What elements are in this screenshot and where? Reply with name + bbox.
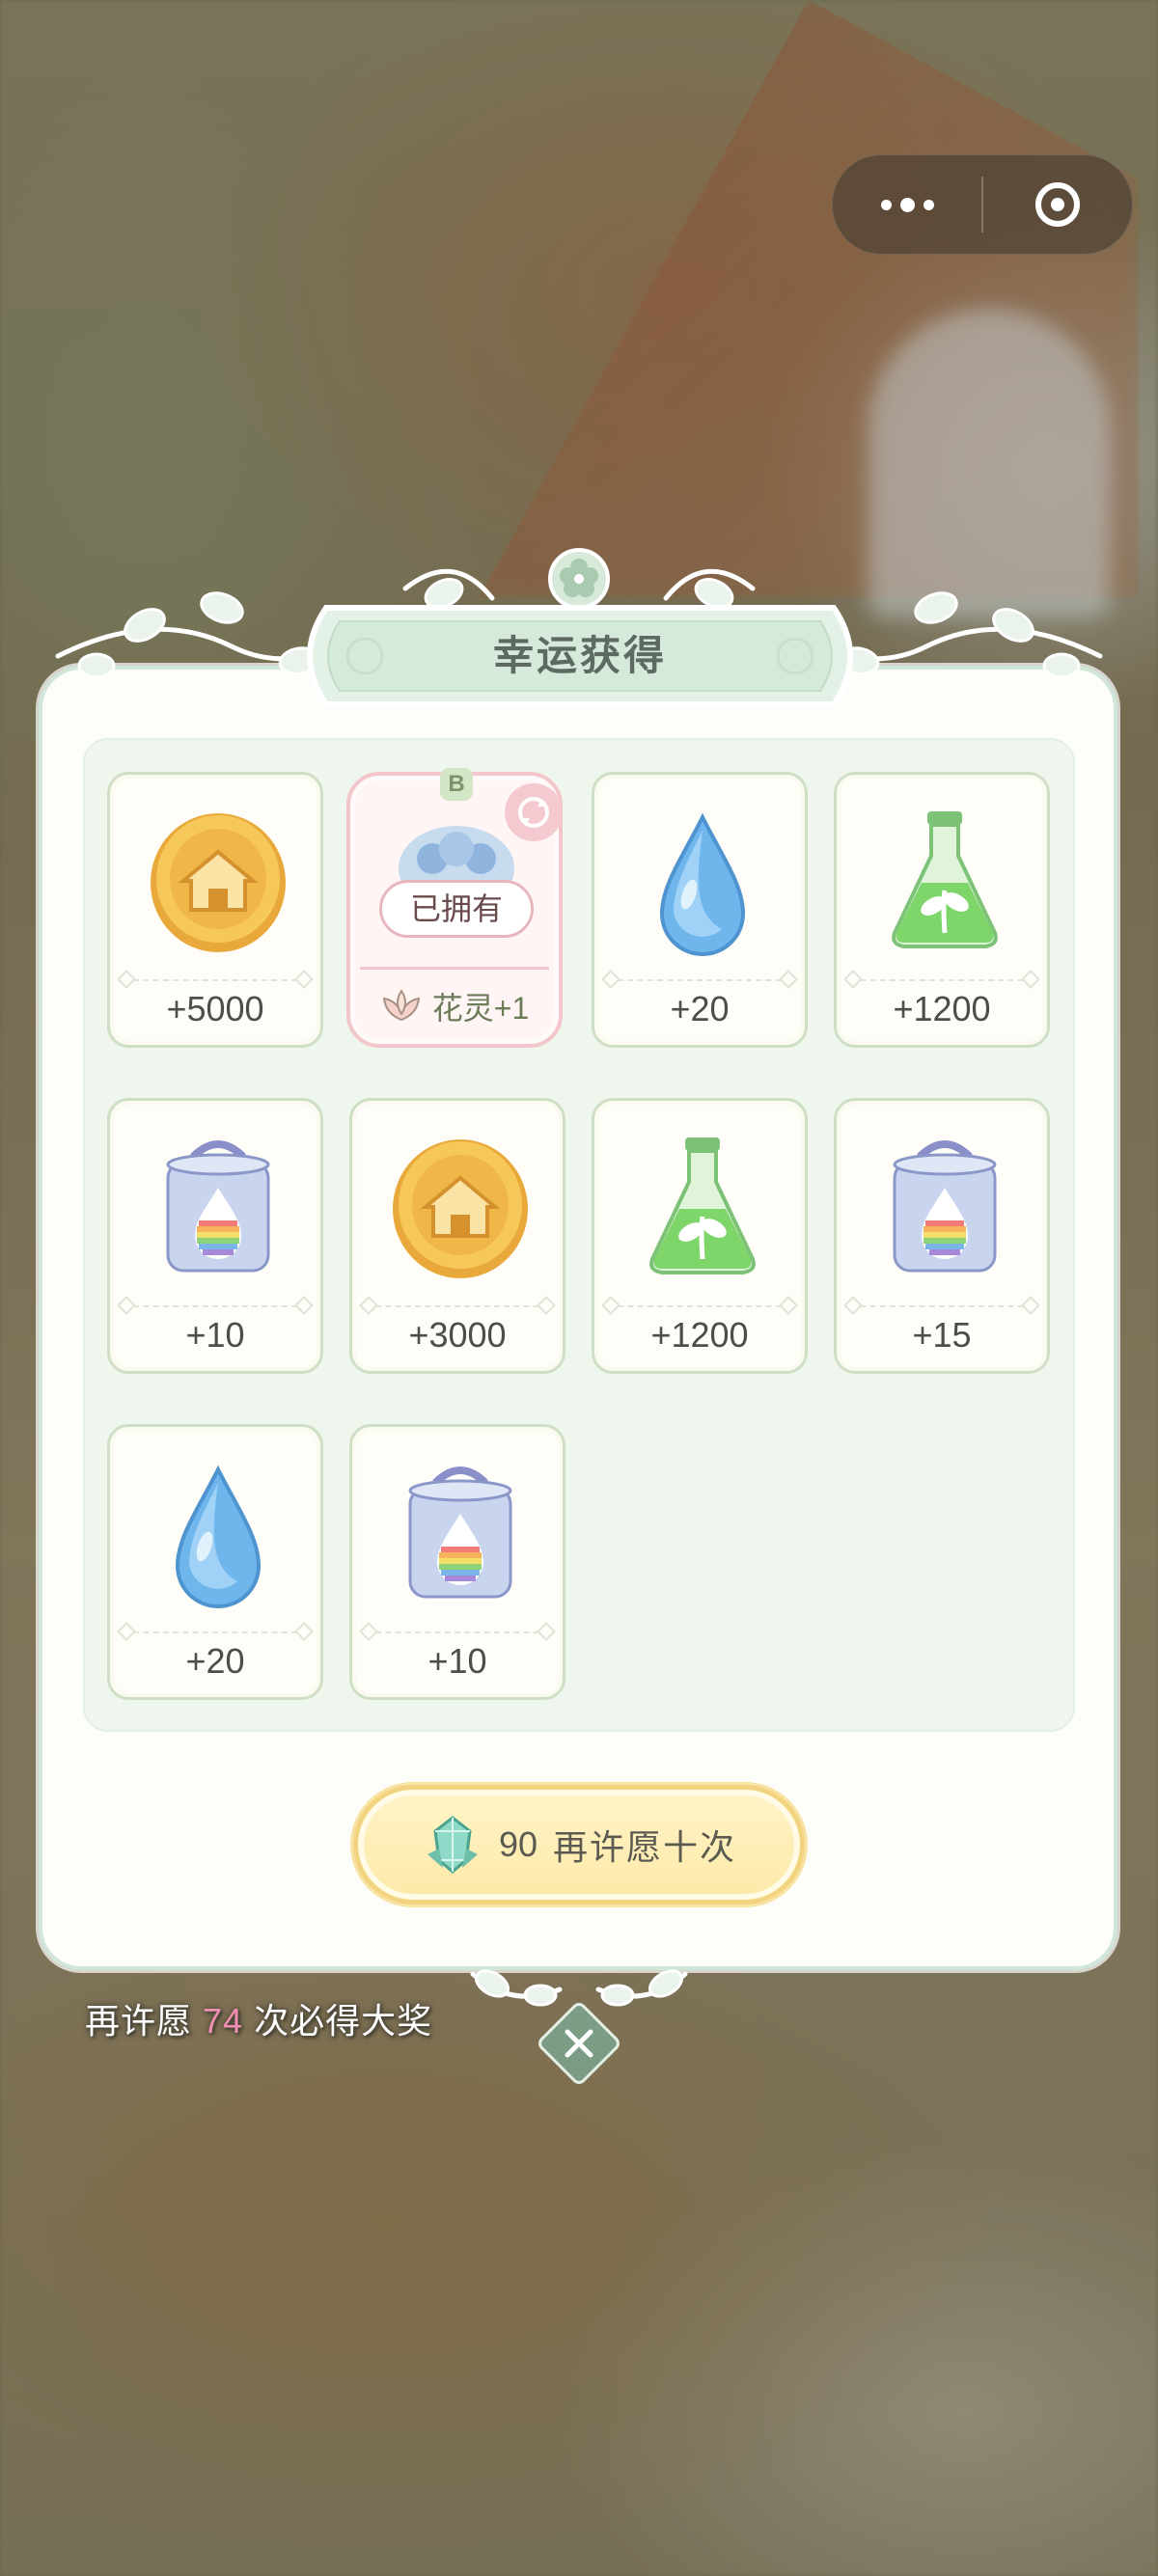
- divider-ornament: [359, 1296, 378, 1315]
- miniprogram-capsule: [832, 154, 1133, 255]
- crystal-gem-icon: [427, 1816, 478, 1874]
- rainbow-dye-bucket-icon: [408, 1466, 512, 1599]
- reward-card: +15: [834, 1098, 1050, 1374]
- water-drop-icon: [175, 1465, 262, 1608]
- pity-counter-tip: 再许愿 74 次必得大奖: [85, 1993, 432, 2043]
- rarity-badge: B: [440, 768, 473, 801]
- divider-ornament: [1021, 1296, 1040, 1315]
- reward-amount: +5000: [166, 989, 264, 1028]
- divider-ornament: [537, 1622, 556, 1641]
- close-icon: [537, 2001, 621, 2086]
- divider-ornament: [843, 1296, 863, 1315]
- gold-house-coin-icon: [393, 1139, 528, 1278]
- reward-amount: +20: [670, 989, 730, 1028]
- flower-spirit-card: B 已拥有 花灵+1: [346, 768, 563, 1048]
- reward-card: +10: [349, 1424, 565, 1700]
- reward-card: +20: [592, 772, 808, 1048]
- card-divider: [124, 1631, 307, 1633]
- reward-amount: +10: [427, 1641, 487, 1681]
- card-divider: [360, 967, 549, 970]
- rainbow-dye-bucket-icon: [893, 1140, 997, 1273]
- pity-suffix: 次必得大奖: [254, 2001, 433, 2041]
- gold-house-coin-icon: [151, 813, 286, 952]
- card-divider: [608, 979, 791, 981]
- divider-ornament: [537, 1296, 556, 1315]
- more-dots-icon: [880, 197, 934, 212]
- reward-amount: +15: [912, 1315, 972, 1355]
- card-divider: [124, 979, 307, 981]
- pity-count: 74: [203, 2001, 244, 2041]
- card-divider: [850, 1305, 1034, 1307]
- owned-label: 已拥有: [379, 880, 534, 938]
- divider-ornament: [601, 970, 620, 989]
- reward-card: +5000: [107, 772, 323, 1048]
- rainbow-dye-bucket-icon: [166, 1140, 270, 1273]
- divider-ornament: [779, 1296, 798, 1315]
- divider-ornament: [294, 970, 314, 989]
- spirit-reward: 花灵+1: [350, 984, 559, 1028]
- exit-button[interactable]: [983, 155, 1132, 254]
- wish-ten-times-button[interactable]: 90 再许愿十次: [353, 1785, 805, 1905]
- dialog-title: 幸运获得: [492, 633, 667, 678]
- close-button[interactable]: [535, 1999, 623, 2088]
- divider-ornament: [359, 1622, 378, 1641]
- reward-amount: +10: [185, 1315, 245, 1355]
- target-circle-icon: [1035, 182, 1080, 227]
- reward-card: +10: [107, 1098, 323, 1374]
- lotus-icon: [382, 989, 420, 1022]
- reward-card: +1200: [592, 1098, 808, 1374]
- divider-ornament: [117, 970, 136, 989]
- divider-ornament: [779, 970, 798, 989]
- water-drop-icon: [659, 812, 746, 956]
- more-button[interactable]: [833, 155, 981, 254]
- divider-ornament: [294, 1296, 314, 1315]
- reward-card: +3000: [349, 1098, 565, 1374]
- divider-ornament: [1021, 970, 1040, 989]
- divider-ornament: [117, 1622, 136, 1641]
- reward-card: +1200: [834, 772, 1050, 1048]
- pity-prefix: 再许愿: [85, 2001, 193, 2041]
- wish-button-label: 再许愿十次: [553, 1827, 737, 1867]
- green-potion-flask-icon: [649, 1137, 756, 1274]
- card-divider: [366, 1631, 549, 1633]
- reward-card: +20: [107, 1424, 323, 1700]
- divider-ornament: [843, 970, 863, 989]
- divider-ornament: [601, 1296, 620, 1315]
- wish-cost: 90: [498, 1824, 538, 1864]
- card-divider: [366, 1305, 549, 1307]
- card-divider: [124, 1305, 307, 1307]
- reward-amount: +3000: [408, 1315, 507, 1355]
- green-potion-flask-icon: [892, 811, 998, 948]
- card-divider: [850, 979, 1034, 981]
- reward-amount: +20: [185, 1641, 245, 1681]
- divider-ornament: [294, 1622, 314, 1641]
- flower-emblem-icon: [548, 548, 610, 610]
- spirit-label: 花灵+1: [431, 991, 530, 1026]
- card-divider: [608, 1305, 791, 1307]
- reward-amount: +1200: [893, 989, 991, 1028]
- reward-amount: +1200: [650, 1315, 749, 1355]
- divider-ornament: [117, 1296, 136, 1315]
